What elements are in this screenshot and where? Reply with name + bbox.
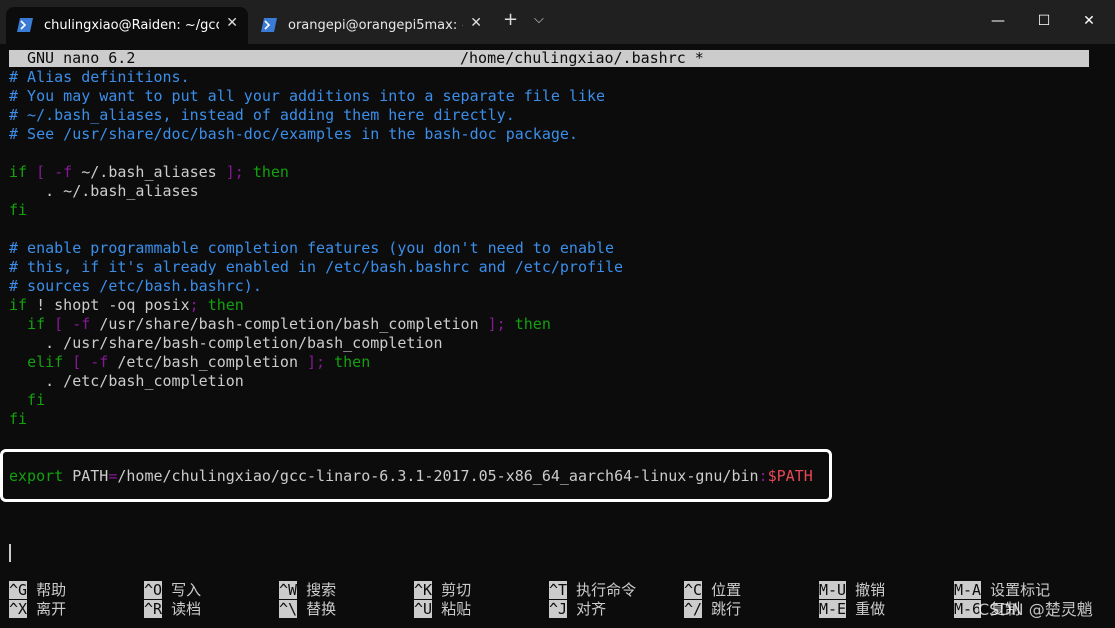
export-path-value: /home/chulingxiao/gcc-linaro-6.3.1-2017.…: [117, 467, 759, 485]
code-line: # enable programmable completion feature…: [9, 239, 615, 257]
tab-dropdown-icon[interactable]: ⌵: [534, 12, 544, 27]
code-line: if ! shopt -oq posix; then: [9, 296, 244, 314]
code-line: . /usr/share/bash-completion/bash_comple…: [9, 334, 443, 352]
shortcut-label: 位置: [711, 581, 742, 599]
code-line: # See /usr/share/doc/bash-doc/examples i…: [9, 125, 578, 143]
help-item: ^X 离开: [9, 600, 66, 619]
shortcut-label: 读档: [171, 600, 202, 618]
shortcut-key: ^X: [9, 600, 28, 618]
text-cursor: [9, 544, 11, 562]
shortcut-key: ^G: [9, 581, 28, 599]
help-item: ^K 剪切: [414, 581, 471, 600]
shortcut-key: ^W: [279, 581, 298, 599]
export-separator: :: [758, 467, 768, 485]
shortcut-key: ^\: [279, 600, 298, 618]
close-tab-icon[interactable]: ✕: [226, 15, 238, 31]
help-item: ^J 对齐: [549, 600, 606, 619]
code-line: fi: [9, 410, 28, 428]
code-line: # this, if it's already enabled in /etc/…: [9, 258, 624, 276]
help-item: ^U 粘贴: [414, 600, 471, 619]
shortcut-label: 离开: [36, 600, 67, 618]
shortcut-key: ^J: [549, 600, 568, 618]
code-line: if [ -f /usr/share/bash-completion/bash_…: [27, 315, 551, 333]
code-line: fi: [9, 201, 28, 219]
maximize-button[interactable]: ☐: [1029, 8, 1059, 34]
code-line: if [ -f ~/.bash_aliases ]; then: [9, 163, 289, 181]
help-item: ^T 执行命令: [549, 581, 636, 600]
tab-orangepi[interactable]: orangepi@orangepi5max: ~ ✕: [250, 7, 492, 44]
shortcut-label: 写入: [171, 581, 202, 599]
shortcut-key: ^C: [684, 581, 703, 599]
shortcut-label: 粘贴: [441, 600, 472, 618]
tab-label: chulingxiao@Raiden: ~/gcc-li: [44, 18, 219, 33]
shortcut-key: ^U: [414, 600, 433, 618]
shortcut-key: M-U: [819, 581, 847, 599]
code-line: . /etc/bash_completion: [9, 372, 244, 390]
nano-header: GNU nano 6.2 /home/chulingxiao/.bashrc *: [9, 50, 1089, 67]
shortcut-key: ^O: [144, 581, 163, 599]
help-item: M-U 撤销: [819, 581, 885, 600]
export-keyword: export: [9, 467, 64, 485]
help-item: ^R 读档: [144, 600, 201, 619]
help-item: ^/ 跳行: [684, 600, 741, 619]
export-path-variable: $PATH: [767, 467, 813, 485]
shortcut-label: 跳行: [711, 600, 742, 618]
export-variable-name: PATH: [63, 467, 109, 485]
shortcut-key: ^/: [684, 600, 703, 618]
tab-label: orangepi@orangepi5max: ~: [288, 18, 463, 33]
shortcut-label: 帮助: [36, 581, 67, 599]
tab-raiden[interactable]: chulingxiao@Raiden: ~/gcc-li ✕: [6, 7, 248, 44]
help-item: ^C 位置: [684, 581, 741, 600]
nano-filename: /home/chulingxiao/.bashrc *: [460, 49, 704, 67]
shortcut-key: ^K: [414, 581, 433, 599]
code-line: # You may want to put all your additions…: [9, 87, 606, 105]
shortcut-label: 重做: [855, 600, 886, 618]
code-line: fi: [9, 391, 46, 409]
help-item: ^\ 替换: [279, 600, 336, 619]
shortcut-label: 执行命令: [576, 581, 637, 599]
shortcut-key: M-E: [819, 600, 847, 618]
title-bar: chulingxiao@Raiden: ~/gcc-li ✕ orangepi@…: [0, 0, 1115, 44]
shortcut-key: ^R: [144, 600, 163, 618]
code-line: . ~/.bash_aliases: [9, 182, 199, 200]
shortcut-label: 对齐: [576, 600, 607, 618]
shortcut-label: 剪切: [441, 581, 472, 599]
export-path-line: export PATH=/home/chulingxiao/gcc-linaro…: [9, 467, 813, 486]
help-item: M-E 重做: [819, 600, 885, 619]
code-line: # sources /etc/bash.bashrc).: [9, 277, 262, 295]
powershell-icon: [261, 18, 277, 32]
watermark: CSDN @楚灵魈: [978, 600, 1093, 619]
code-line: elif [ -f /etc/bash_completion ]; then: [27, 353, 371, 371]
nano-version: GNU nano 6.2: [27, 49, 136, 67]
close-window-button[interactable]: ✕: [1074, 8, 1104, 34]
help-item: ^G 帮助: [9, 581, 66, 600]
powershell-icon: [17, 18, 33, 32]
shortcut-label: 替换: [306, 600, 337, 618]
shortcut-key: ^T: [549, 581, 568, 599]
code-line: # ~/.bash_aliases, instead of adding the…: [9, 106, 515, 124]
shortcut-label: 撤销: [855, 581, 886, 599]
help-item: ^O 写入: [144, 581, 201, 600]
help-item: ^W 搜索: [279, 581, 336, 600]
code-line: # Alias definitions.: [9, 68, 190, 86]
shortcut-label: 搜索: [306, 581, 337, 599]
close-tab-icon[interactable]: ✕: [470, 15, 482, 31]
new-tab-button[interactable]: +: [503, 9, 518, 30]
minimize-button[interactable]: —: [983, 8, 1013, 34]
